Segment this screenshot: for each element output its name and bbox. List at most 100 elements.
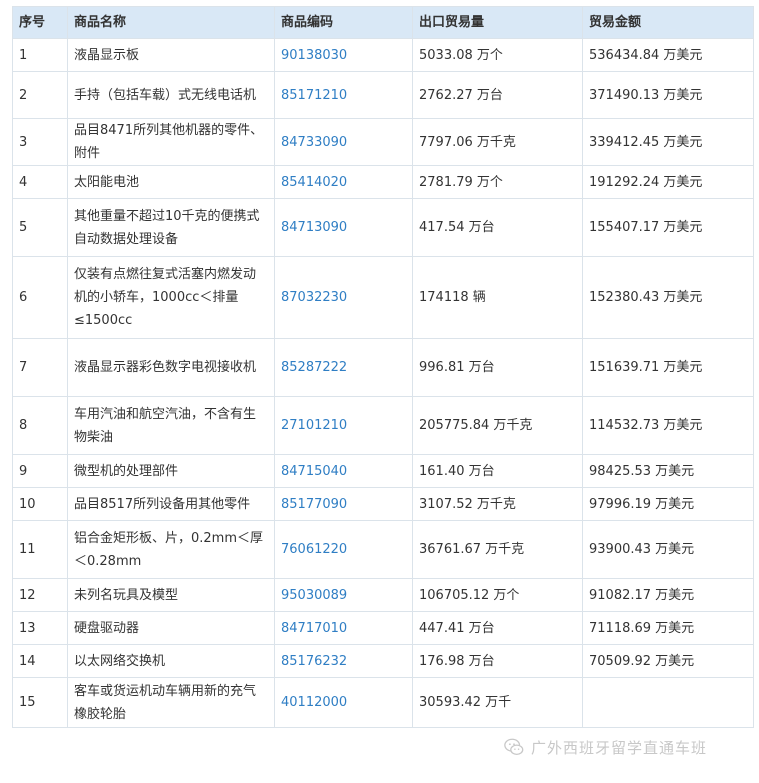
row-product-name: 微型机的处理部件 xyxy=(67,454,275,488)
row-product-name: 硬盘驱动器 xyxy=(67,611,275,645)
row-trade-amount: 536434.84 万美元 xyxy=(582,38,754,72)
row-trade-amount: 93900.43 万美元 xyxy=(582,520,754,579)
row-trade-amount: 151639.71 万美元 xyxy=(582,338,754,397)
row-product-code: 87032230 xyxy=(274,256,413,339)
row-trade-amount: 71118.69 万美元 xyxy=(582,611,754,645)
row-product-name: 液晶显示板 xyxy=(67,38,275,72)
table-row: 11 铝合金矩形板、片，0.2mm＜厚＜0.28mm 76061220 36761.6… xyxy=(12,520,754,579)
row-trade-amount: 155407.17 万美元 xyxy=(582,198,754,257)
product-code-link[interactable]: 84717010 xyxy=(281,621,347,636)
row-export-volume: 36761.67 万千克 xyxy=(412,520,583,579)
row-index: 3 xyxy=(12,118,68,166)
row-index: 8 xyxy=(12,396,68,455)
product-code-link[interactable]: 84715040 xyxy=(281,464,347,479)
row-product-name: 客车或货运机动车辆用新的充气橡胶轮胎 xyxy=(67,677,275,728)
product-code-link[interactable]: 85177090 xyxy=(281,497,347,512)
row-product-code: 85171210 xyxy=(274,71,413,119)
row-export-volume: 30593.42 万千 xyxy=(412,677,583,728)
row-product-code: 95030089 xyxy=(274,578,413,612)
product-code-link[interactable]: 40112000 xyxy=(281,695,347,710)
row-trade-amount xyxy=(582,677,754,728)
product-code-link[interactable]: 27101210 xyxy=(281,418,347,433)
row-product-name: 未列名玩具及模型 xyxy=(67,578,275,612)
row-export-volume: 417.54 万台 xyxy=(412,198,583,257)
row-product-name: 车用汽油和航空汽油，不含有生物柴油 xyxy=(67,396,275,455)
row-export-volume: 106705.12 万个 xyxy=(412,578,583,612)
table-row: 3 品目8471所列其他机器的零件、附件 84733090 7797.06 万千克 33… xyxy=(12,118,754,166)
table-row: 14 以太网络交换机 85176232 176.98 万台 70509.92 万美元 xyxy=(12,644,754,678)
product-code-link[interactable]: 76061220 xyxy=(281,542,347,557)
row-export-volume: 447.41 万台 xyxy=(412,611,583,645)
row-index: 1 xyxy=(12,38,68,72)
row-product-name: 太阳能电池 xyxy=(67,165,275,199)
row-product-code: 27101210 xyxy=(274,396,413,455)
table-row: 9 微型机的处理部件 84715040 161.40 万台 98425.53 万美元 xyxy=(12,454,754,488)
product-code-link[interactable]: 87032230 xyxy=(281,290,347,305)
row-trade-amount: 191292.24 万美元 xyxy=(582,165,754,199)
row-index: 11 xyxy=(12,520,68,579)
row-export-volume: 7797.06 万千克 xyxy=(412,118,583,166)
table-row: 8 车用汽油和航空汽油，不含有生物柴油 27101210 205775.84 万千克 1… xyxy=(12,396,754,455)
product-code-link[interactable]: 84733090 xyxy=(281,135,347,150)
row-export-volume: 3107.52 万千克 xyxy=(412,487,583,521)
row-export-volume: 161.40 万台 xyxy=(412,454,583,488)
row-trade-amount: 98425.53 万美元 xyxy=(582,454,754,488)
row-product-code: 85176232 xyxy=(274,644,413,678)
row-index: 15 xyxy=(12,677,68,728)
row-product-code: 85414020 xyxy=(274,165,413,199)
row-trade-amount: 91082.17 万美元 xyxy=(582,578,754,612)
row-export-volume: 5033.08 万个 xyxy=(412,38,583,72)
row-product-name: 铝合金矩形板、片，0.2mm＜厚＜0.28mm xyxy=(67,520,275,579)
row-trade-amount: 339412.45 万美元 xyxy=(582,118,754,166)
row-index: 7 xyxy=(12,338,68,397)
watermark: 广外西班牙留学直通车班 xyxy=(503,736,707,758)
product-code-link[interactable]: 85414020 xyxy=(281,175,347,190)
row-export-volume: 174118 辆 xyxy=(412,256,583,339)
row-product-name: 其他重量不超过10千克的便携式自动数据处理设备 xyxy=(67,198,275,257)
export-table: 序号 商品名称 商品编码 出口贸易量 贸易金额 1 液晶显示板 90138030 50… xyxy=(12,6,754,728)
watermark-text: 广外西班牙留学直通车班 xyxy=(531,738,708,757)
row-product-code: 85177090 xyxy=(274,487,413,521)
row-index: 4 xyxy=(12,165,68,199)
product-code-link[interactable]: 95030089 xyxy=(281,588,347,603)
wechat-icon xyxy=(504,738,524,755)
table-row: 10 品目8517所列设备用其他零件 85177090 3107.52 万千克 9799… xyxy=(12,487,754,521)
row-export-volume: 205775.84 万千克 xyxy=(412,396,583,455)
header-index: 序号 xyxy=(12,6,68,39)
table-row: 4 太阳能电池 85414020 2781.79 万个 191292.24 万美元 xyxy=(12,165,754,199)
row-export-volume: 2781.79 万个 xyxy=(412,165,583,199)
row-index: 9 xyxy=(12,454,68,488)
row-product-code: 90138030 xyxy=(274,38,413,72)
header-trade-amount: 贸易金额 xyxy=(582,6,754,39)
product-code-link[interactable]: 85171210 xyxy=(281,88,347,103)
row-product-code: 76061220 xyxy=(274,520,413,579)
row-export-volume: 2762.27 万台 xyxy=(412,71,583,119)
header-product-name: 商品名称 xyxy=(67,6,275,39)
product-code-link[interactable]: 85287222 xyxy=(281,360,347,375)
row-product-code: 84713090 xyxy=(274,198,413,257)
row-product-name: 品目8517所列设备用其他零件 xyxy=(67,487,275,521)
row-trade-amount: 114532.73 万美元 xyxy=(582,396,754,455)
product-code-link[interactable]: 90138030 xyxy=(281,48,347,63)
row-product-code: 84717010 xyxy=(274,611,413,645)
row-product-name: 液晶显示器彩色数字电视接收机 xyxy=(67,338,275,397)
row-export-volume: 996.81 万台 xyxy=(412,338,583,397)
row-product-name: 品目8471所列其他机器的零件、附件 xyxy=(67,118,275,166)
table-row: 2 手持（包括车载）式无线电话机 85171210 2762.27 万台 371490.… xyxy=(12,71,754,119)
row-index: 13 xyxy=(12,611,68,645)
row-product-code: 84715040 xyxy=(274,454,413,488)
row-product-code: 85287222 xyxy=(274,338,413,397)
table-row: 7 液晶显示器彩色数字电视接收机 85287222 996.81 万台 151639.7… xyxy=(12,338,754,397)
row-index: 2 xyxy=(12,71,68,119)
row-index: 12 xyxy=(12,578,68,612)
product-code-link[interactable]: 84713090 xyxy=(281,220,347,235)
table-row: 15 客车或货运机动车辆用新的充气橡胶轮胎 40112000 30593.42 万千 xyxy=(12,677,754,728)
row-trade-amount: 97996.19 万美元 xyxy=(582,487,754,521)
product-code-link[interactable]: 85176232 xyxy=(281,654,347,669)
row-product-code: 84733090 xyxy=(274,118,413,166)
row-trade-amount: 70509.92 万美元 xyxy=(582,644,754,678)
row-product-name: 手持（包括车载）式无线电话机 xyxy=(67,71,275,119)
table-row: 5 其他重量不超过10千克的便携式自动数据处理设备 84713090 417.54 万… xyxy=(12,198,754,257)
table-row: 6 仅装有点燃往复式活塞内燃发动机的小轿车，1000cc＜排量≤1500cc 870… xyxy=(12,256,754,339)
table-row: 12 未列名玩具及模型 95030089 106705.12 万个 91082.17 万… xyxy=(12,578,754,612)
